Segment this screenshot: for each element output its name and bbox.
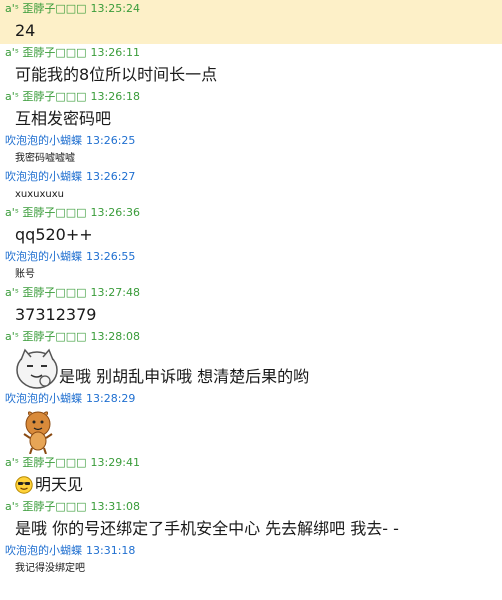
dancing-sticker-icon <box>18 410 58 454</box>
sender-name: 吹泡泡的小蝴蝶 <box>5 170 82 183</box>
timestamp: 13:28:08 <box>90 330 140 343</box>
message-item[interactable]: a'ˢ 歪脖子□□□ 13:26:18 互相发密码吧 <box>0 88 502 132</box>
message-text: 账号 <box>15 269 35 280</box>
message-body <box>0 408 502 454</box>
sunglasses-smiley-icon <box>15 476 33 494</box>
timestamp: 13:29:41 <box>90 456 140 469</box>
message-header: a'ˢ 歪脖子□□□ 13:26:11 <box>0 44 502 62</box>
message-text: 37312379 <box>15 305 97 324</box>
timestamp: 13:31:18 <box>86 544 136 557</box>
message-item[interactable]: 吹泡泡的小蝴蝶 13:26:27 xuxuxuxu <box>0 168 502 204</box>
message-item[interactable]: a'ˢ 歪脖子□□□ 13:28:08 是哦 别胡乱申诉哦 想清楚后果的哟 <box>0 328 502 390</box>
timestamp: 13:27:48 <box>90 286 140 299</box>
sender-name: 吹泡泡的小蝴蝶 <box>5 250 82 263</box>
sender-name: a'ˢ 歪脖子□□□ <box>5 46 87 59</box>
message-text: 是哦 你的号还绑定了手机安全中心 先去解绑吧 我去- - <box>15 519 399 538</box>
sender-name: 吹泡泡的小蝴蝶 <box>5 392 82 405</box>
timestamp: 13:26:18 <box>90 90 140 103</box>
message-text: 互相发密码吧 <box>15 109 112 128</box>
timestamp: 13:26:36 <box>90 206 140 219</box>
message-text: 可能我的8位所以时间长一点 <box>15 65 218 84</box>
timestamp: 13:26:11 <box>90 46 140 59</box>
message-header: a'ˢ 歪脖子□□□ 13:31:08 <box>0 498 502 516</box>
message-item[interactable]: 吹泡泡的小蝴蝶 13:28:29 <box>0 390 502 454</box>
sender-name: 吹泡泡的小蝴蝶 <box>5 134 82 147</box>
sender-name: a'ˢ 歪脖子□□□ <box>5 456 87 469</box>
message-header: a'ˢ 歪脖子□□□ 13:26:18 <box>0 88 502 106</box>
message-item[interactable]: 吹泡泡的小蝴蝶 13:26:55 账号 <box>0 248 502 284</box>
message-text: 是哦 别胡乱申诉哦 想清楚后果的哟 <box>59 367 310 386</box>
message-header: 吹泡泡的小蝴蝶 13:28:29 <box>0 390 502 408</box>
message-header: 吹泡泡的小蝴蝶 13:26:27 <box>0 168 502 186</box>
sender-name: a'ˢ 歪脖子□□□ <box>5 2 87 15</box>
message-header: 吹泡泡的小蝴蝶 13:26:25 <box>0 132 502 150</box>
thinking-cat-face-icon <box>15 348 59 390</box>
message-item[interactable]: a'ˢ 歪脖子□□□ 13:26:36 qq520++ <box>0 204 502 248</box>
message-text: 24 <box>15 21 36 40</box>
sender-name: 吹泡泡的小蝴蝶 <box>5 544 82 557</box>
message-item[interactable]: 吹泡泡的小蝴蝶 13:31:18 我记得没绑定吧 <box>0 542 502 578</box>
message-body: 是哦 别胡乱申诉哦 想清楚后果的哟 <box>0 346 502 390</box>
message-body: 明天见 <box>0 472 502 498</box>
message-text: qq520++ <box>15 225 93 244</box>
sender-name: a'ˢ 歪脖子□□□ <box>5 330 87 343</box>
message-item[interactable]: a'ˢ 歪脖子□□□ 13:26:11 可能我的8位所以时间长一点 <box>0 44 502 88</box>
message-header: a'ˢ 歪脖子□□□ 13:29:41 <box>0 454 502 472</box>
message-text: xuxuxuxu <box>15 189 65 200</box>
message-item[interactable]: a'ˢ 歪脖子□□□ 13:25:24 24 <box>0 0 502 44</box>
message-header: 吹泡泡的小蝴蝶 13:31:18 <box>0 542 502 560</box>
message-text: 我密码嘘嘘嘘 <box>15 153 75 164</box>
sender-name: a'ˢ 歪脖子□□□ <box>5 500 87 513</box>
message-item[interactable]: a'ˢ 歪脖子□□□ 13:31:08 是哦 你的号还绑定了手机安全中心 先去解绑… <box>0 498 502 542</box>
timestamp: 13:26:25 <box>86 134 136 147</box>
chat-log[interactable]: a'ˢ 歪脖子□□□ 13:25:24 24 a'ˢ 歪脖子□□□ 13:26:11… <box>0 0 502 600</box>
message-item[interactable]: a'ˢ 歪脖子□□□ 13:27:48 37312379 <box>0 284 502 328</box>
message-header: 吹泡泡的小蝴蝶 13:26:55 <box>0 248 502 266</box>
message-text: 我记得没绑定吧 <box>15 563 85 574</box>
message-item[interactable]: 吹泡泡的小蝴蝶 13:26:25 我密码嘘嘘嘘 <box>0 132 502 168</box>
timestamp: 13:28:29 <box>86 392 136 405</box>
timestamp: 13:26:27 <box>86 170 136 183</box>
message-text: 明天见 <box>35 475 84 494</box>
timestamp: 13:31:08 <box>90 500 140 513</box>
message-header: a'ˢ 歪脖子□□□ 13:28:08 <box>0 328 502 346</box>
sender-name: a'ˢ 歪脖子□□□ <box>5 206 87 219</box>
message-item[interactable]: a'ˢ 歪脖子□□□ 13:29:41 明天见 <box>0 454 502 498</box>
timestamp: 13:25:24 <box>90 2 140 15</box>
sender-name: a'ˢ 歪脖子□□□ <box>5 90 87 103</box>
message-header: a'ˢ 歪脖子□□□ 13:26:36 <box>0 204 502 222</box>
message-header: a'ˢ 歪脖子□□□ 13:25:24 <box>0 0 502 18</box>
timestamp: 13:26:55 <box>86 250 136 263</box>
message-header: a'ˢ 歪脖子□□□ 13:27:48 <box>0 284 502 302</box>
sender-name: a'ˢ 歪脖子□□□ <box>5 286 87 299</box>
